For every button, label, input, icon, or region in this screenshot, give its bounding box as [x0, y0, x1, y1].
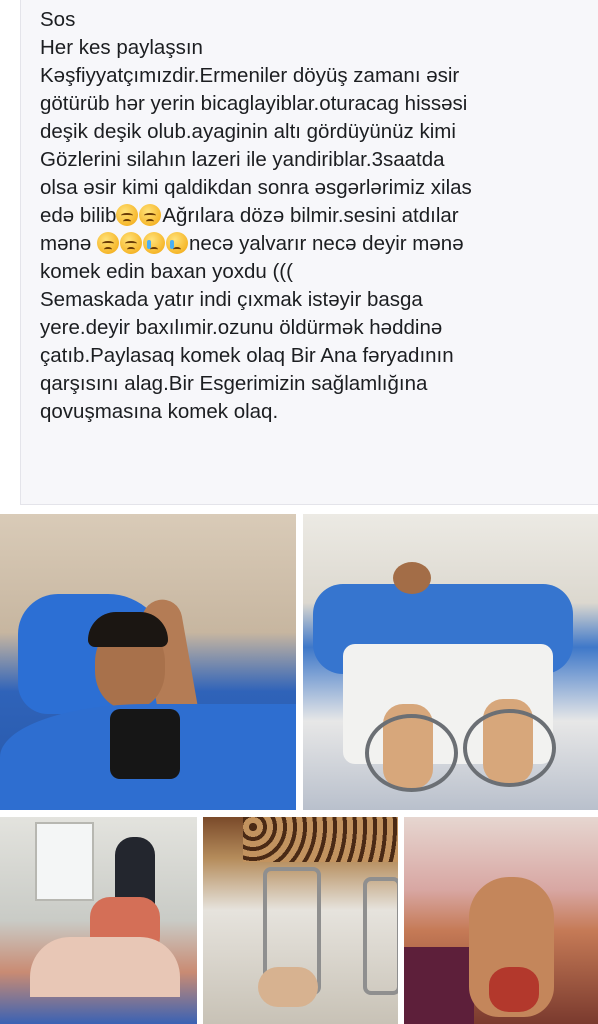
fixator [365, 714, 458, 792]
post-line: olsa əsir kimi qaldikdan sonra əsgərləri… [40, 176, 472, 199]
post-text: Sos Her kes paylaşsın Kəşfiyyatçımızdir.… [40, 6, 588, 426]
post-line-text: edə bilib [40, 204, 117, 227]
post-line: Sos [40, 8, 76, 31]
crying-face-icon [142, 232, 165, 254]
pensive-face-icon [96, 232, 119, 254]
post-line: Semaskada yatır indi çıxmak istəyir basg… [40, 288, 423, 311]
photo-patient-in-bed[interactable] [0, 514, 296, 810]
blanket [404, 947, 474, 1024]
head [393, 562, 431, 594]
post-line: komek edin baxan yoxdu ((( [40, 260, 293, 283]
post-line: qarşısını alag.Bir Esgerimizin sağlamlığ… [40, 372, 428, 395]
crying-face-icon [165, 232, 188, 254]
photo-hospital-room[interactable] [0, 817, 197, 1024]
post-line: yere.deyir baxılımir.ozunu öldürmək hədd… [40, 316, 443, 339]
leopard-blanket [243, 817, 398, 862]
blanket [30, 937, 180, 997]
hair [88, 612, 168, 647]
post-line: Gözlerini silahın lazeri ile yandiriblar… [40, 148, 445, 171]
photo-leg-fixator-closeup[interactable] [203, 817, 398, 1024]
post-line-text: necə yalvarır necə deyir mənə [188, 232, 464, 255]
post-line-text: Ağrılara dözə bilmir.sesini atdılar [162, 204, 459, 227]
foot [258, 967, 318, 1007]
post-card: Sos Her kes paylaşsın Kəşfiyyatçımızdir.… [20, 0, 598, 505]
pensive-face-icon [139, 204, 162, 226]
photo-patient-legs-fixators[interactable] [303, 514, 598, 810]
fixator [363, 877, 398, 995]
pensive-face-icon [119, 232, 142, 254]
post-line: mənə necə yalvarır necə deyir mənə [40, 230, 588, 258]
post-line: Her kes paylaşsın [40, 36, 203, 59]
window [35, 822, 94, 901]
post-line: Kəşfiyyatçımızdir.Ermeniler döyüş zamanı… [40, 64, 460, 87]
post-line-text: mənə [40, 232, 97, 255]
post-line: deşik deşik olub.ayaginin altı gördüyünü… [40, 120, 456, 143]
pensive-face-icon [116, 204, 139, 226]
post-line: qovuşmasına komek olaq. [40, 400, 279, 423]
fixator [463, 709, 556, 787]
photo-foot-wound-closeup[interactable] [404, 817, 598, 1024]
post-line: çatıb.Paylasaq komek olaq Bir Ana fəryad… [40, 344, 454, 367]
shirt [110, 709, 180, 779]
post-line: götürüb hər yerin bicaglayiblar.oturacag… [40, 92, 468, 115]
post-line: edə bilib Ağrılara dözə bilmir.sesini atd… [40, 202, 588, 230]
wound [489, 967, 539, 1012]
